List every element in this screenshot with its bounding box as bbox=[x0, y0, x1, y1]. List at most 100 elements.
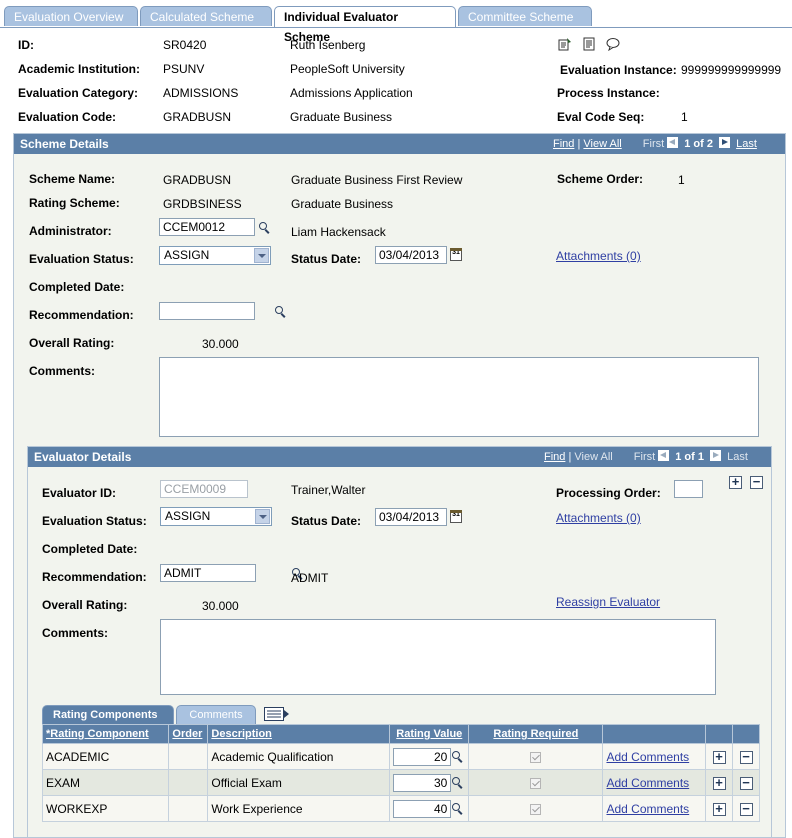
evaluator-overall-rating-value: 30.000 bbox=[202, 599, 239, 613]
comment-icon[interactable] bbox=[606, 37, 620, 51]
tab-evaluation-overview[interactable]: Evaluation Overview bbox=[4, 6, 138, 26]
rating-value-input[interactable]: 20 bbox=[393, 747, 452, 766]
scheme-overall-rating-value: 30.000 bbox=[202, 337, 239, 351]
scheme-first-label: First bbox=[642, 138, 665, 150]
rating-value-lookup-icon[interactable] bbox=[451, 776, 464, 789]
add-row-icon[interactable]: + bbox=[712, 802, 726, 816]
delete-row-icon[interactable]: − bbox=[739, 750, 753, 764]
evaluator-recommendation-input[interactable]: ADMIT bbox=[160, 564, 256, 582]
processing-order-input[interactable] bbox=[674, 480, 703, 498]
evaluator-eval-status-select[interactable]: ASSIGN bbox=[160, 507, 272, 526]
scheme-recommendation-label: Recommendation: bbox=[29, 308, 134, 322]
evaluator-last-label: Last bbox=[727, 451, 748, 463]
evaluator-status-date-input[interactable]: 03/04/2013 bbox=[375, 508, 447, 526]
evaluator-completed-date-label: Completed Date: bbox=[42, 542, 138, 556]
add-comments-link[interactable]: Add Comments bbox=[606, 802, 689, 816]
scheme-nav: Find | View All First 1 of 2 Last bbox=[553, 134, 757, 154]
evaluator-find-link[interactable]: Find bbox=[544, 451, 565, 463]
col-rating-component[interactable]: *Rating Component bbox=[41, 724, 170, 744]
scheme-name-value: GRADBUSN bbox=[163, 173, 232, 187]
col-order[interactable]: Order bbox=[168, 724, 209, 744]
evaluator-attachments-link[interactable]: Attachments (0) bbox=[556, 511, 641, 525]
evaluator-recommendation-desc: ADMIT bbox=[291, 571, 329, 585]
notepad-icon[interactable] bbox=[582, 37, 596, 51]
scheme-view-all-link[interactable]: View All bbox=[583, 138, 621, 150]
scheme-recommendation-input[interactable] bbox=[159, 302, 255, 320]
worklist-icon[interactable] bbox=[558, 37, 572, 51]
col-delete-row bbox=[732, 724, 760, 744]
evaluator-comments-label: Comments: bbox=[42, 626, 109, 640]
tab-calculated-scheme[interactable]: Calculated Scheme bbox=[140, 6, 272, 26]
tab-rating-components[interactable]: Rating Components bbox=[42, 705, 174, 724]
add-row-icon[interactable]: + bbox=[712, 750, 726, 764]
add-row-cell: + bbox=[705, 743, 733, 770]
add-comments-cell: Add Comments bbox=[602, 795, 707, 822]
rating-required-checkbox bbox=[530, 751, 542, 763]
reassign-evaluator-link[interactable]: Reassign Evaluator bbox=[556, 595, 660, 609]
evaluator-comments-textarea[interactable] bbox=[160, 619, 716, 695]
rating-value-lookup-icon[interactable] bbox=[451, 750, 464, 763]
sort-rating-value-link[interactable]: Rating Value bbox=[396, 728, 462, 740]
scheme-eval-status-value: ASSIGN bbox=[164, 248, 210, 262]
add-comments-link[interactable]: Add Comments bbox=[606, 750, 689, 764]
table-row: WORKEXP Work Experience 40 Add Comments … bbox=[41, 795, 760, 822]
scheme-prev-arrow-icon[interactable] bbox=[667, 137, 679, 148]
table-row: EXAM Official Exam 30 Add Comments + − bbox=[41, 769, 760, 796]
tab-individual-evaluator-scheme[interactable]: Individual Evaluator Scheme bbox=[274, 6, 456, 44]
rating-scheme-value: GRDBSINESS bbox=[163, 197, 242, 211]
evaluator-overall-rating-label: Overall Rating: bbox=[42, 598, 128, 612]
sort-rating-required-link[interactable]: Rating Required bbox=[493, 728, 578, 740]
tab-committee-scheme[interactable]: Committee Scheme bbox=[458, 6, 592, 26]
sort-order-link[interactable]: Order bbox=[172, 728, 202, 740]
id-label: ID: bbox=[18, 38, 34, 52]
rating-component-cell: EXAM bbox=[41, 769, 170, 796]
calendar-icon[interactable]: 31 bbox=[450, 510, 462, 523]
tab-comments[interactable]: Comments bbox=[176, 705, 256, 724]
process-instance-label: Process Instance: bbox=[557, 86, 660, 100]
evaluator-details-title: Evaluator Details bbox=[34, 450, 132, 464]
delete-row-icon[interactable]: − bbox=[739, 776, 753, 790]
sort-rating-component-link[interactable]: *Rating Component bbox=[46, 728, 149, 740]
evaluator-add-row-icon[interactable]: + bbox=[729, 475, 742, 489]
rating-required-checkbox bbox=[530, 803, 542, 815]
order-cell bbox=[168, 743, 209, 770]
administrator-lookup-icon[interactable] bbox=[258, 221, 271, 234]
evaluator-id-label: Evaluator ID: bbox=[42, 486, 117, 500]
col-description[interactable]: Description bbox=[207, 724, 391, 744]
col-rating-value[interactable]: Rating Value bbox=[389, 724, 470, 744]
scheme-next-arrow-icon[interactable] bbox=[719, 137, 731, 148]
evaluator-id-input: CCEM0009 bbox=[160, 480, 248, 498]
scheme-eval-status-label: Evaluation Status: bbox=[29, 252, 134, 266]
col-rating-required[interactable]: Rating Required bbox=[468, 724, 604, 744]
evaluator-status-date-label: Status Date: bbox=[291, 514, 362, 528]
scheme-status-date-input[interactable]: 03/04/2013 bbox=[375, 246, 447, 264]
scheme-find-link[interactable]: Find bbox=[553, 138, 574, 150]
scheme-eval-status-select[interactable]: ASSIGN bbox=[159, 246, 271, 265]
administrator-input[interactable]: CCEM0012 bbox=[159, 218, 255, 236]
institution-label: Academic Institution: bbox=[18, 62, 141, 76]
rating-value-input[interactable]: 40 bbox=[393, 799, 452, 818]
add-comments-link[interactable]: Add Comments bbox=[606, 776, 689, 790]
rating-value-cell: 30 bbox=[389, 769, 470, 796]
evaluator-delete-row-icon[interactable]: − bbox=[750, 475, 763, 489]
sort-description-link[interactable]: Description bbox=[211, 728, 272, 740]
scheme-order-label: Scheme Order: bbox=[557, 172, 644, 186]
description-cell: Official Exam bbox=[207, 769, 391, 796]
col-add-comments bbox=[602, 724, 707, 744]
delete-row-icon[interactable]: − bbox=[739, 802, 753, 816]
add-comments-cell: Add Comments bbox=[602, 769, 707, 796]
show-all-columns-icon[interactable] bbox=[264, 707, 290, 721]
calendar-icon[interactable]: 31 bbox=[450, 248, 462, 261]
add-row-icon[interactable]: + bbox=[712, 776, 726, 790]
chevron-down-icon[interactable] bbox=[255, 509, 270, 524]
scheme-name-desc: Graduate Business First Review bbox=[291, 173, 463, 187]
scheme-last-link[interactable]: Last bbox=[736, 138, 757, 150]
scheme-comments-textarea[interactable] bbox=[159, 357, 759, 437]
rating-value-input[interactable]: 30 bbox=[393, 773, 452, 792]
chevron-down-icon[interactable] bbox=[254, 248, 269, 263]
recommendation-lookup-icon[interactable] bbox=[274, 305, 287, 318]
rating-required-checkbox bbox=[530, 777, 542, 789]
delete-row-cell: − bbox=[732, 795, 760, 822]
scheme-attachments-link[interactable]: Attachments (0) bbox=[556, 249, 641, 263]
rating-value-lookup-icon[interactable] bbox=[451, 802, 464, 815]
